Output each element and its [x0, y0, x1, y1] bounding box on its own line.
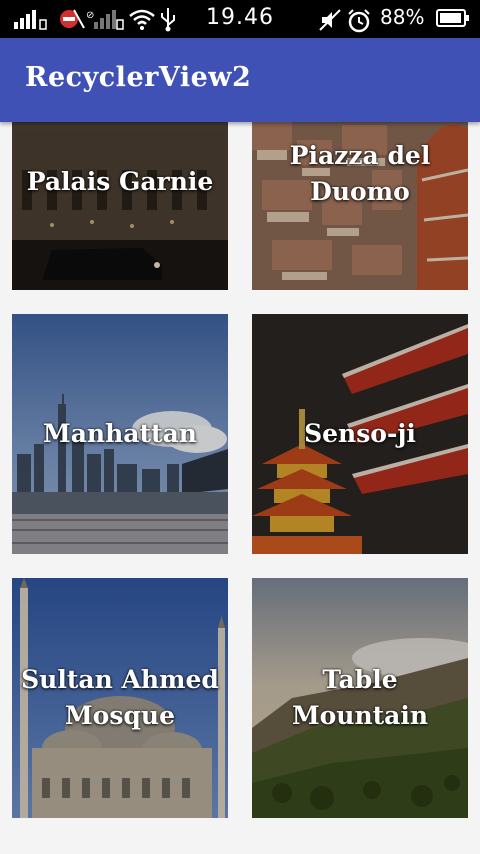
svg-text:⊘: ⊘ [86, 10, 94, 21]
no-sim-icon [60, 9, 85, 29]
app-bar: RecyclerView2 [0, 38, 480, 122]
battery-icon [436, 9, 469, 27]
mute-icon [319, 9, 341, 31]
usb-icon [161, 8, 175, 32]
signal-icon: ⊘ [86, 10, 124, 30]
card-senso-ji[interactable]: Senso-ji [252, 314, 468, 554]
alarm-icon [348, 9, 370, 33]
wifi-icon [129, 9, 155, 30]
app-title: RecyclerView2 [25, 62, 252, 93]
status-bar: ⊘ 19.46 88% [0, 0, 480, 38]
card-label: Palais Garnie [26, 167, 214, 196]
card-manhattan[interactable]: Manhattan [12, 314, 228, 554]
card-label: Table Mountain [291, 665, 429, 730]
card-label: Senso-ji [304, 419, 416, 448]
battery-percent: 88% [380, 5, 425, 29]
status-time: 19.46 [206, 5, 274, 30]
card-label: Piazza del Duomo [289, 141, 431, 206]
recycler-grid[interactable]: Palais Garnie Piazza del Duomo Manhattan… [0, 122, 480, 854]
card-image [12, 122, 228, 290]
card-table-mountain[interactable]: Table Mountain [252, 578, 468, 818]
card-sultan-ahmed-mosque[interactable]: Sultan Ahmed Mosque [12, 578, 228, 818]
card-label: Manhattan [43, 419, 197, 448]
card-palais-garnier[interactable]: Palais Garnie [12, 122, 228, 290]
card-piazza-del-duomo[interactable]: Piazza del Duomo [252, 122, 468, 290]
signal-icon [14, 10, 47, 30]
card-label: Sultan Ahmed Mosque [21, 665, 219, 730]
